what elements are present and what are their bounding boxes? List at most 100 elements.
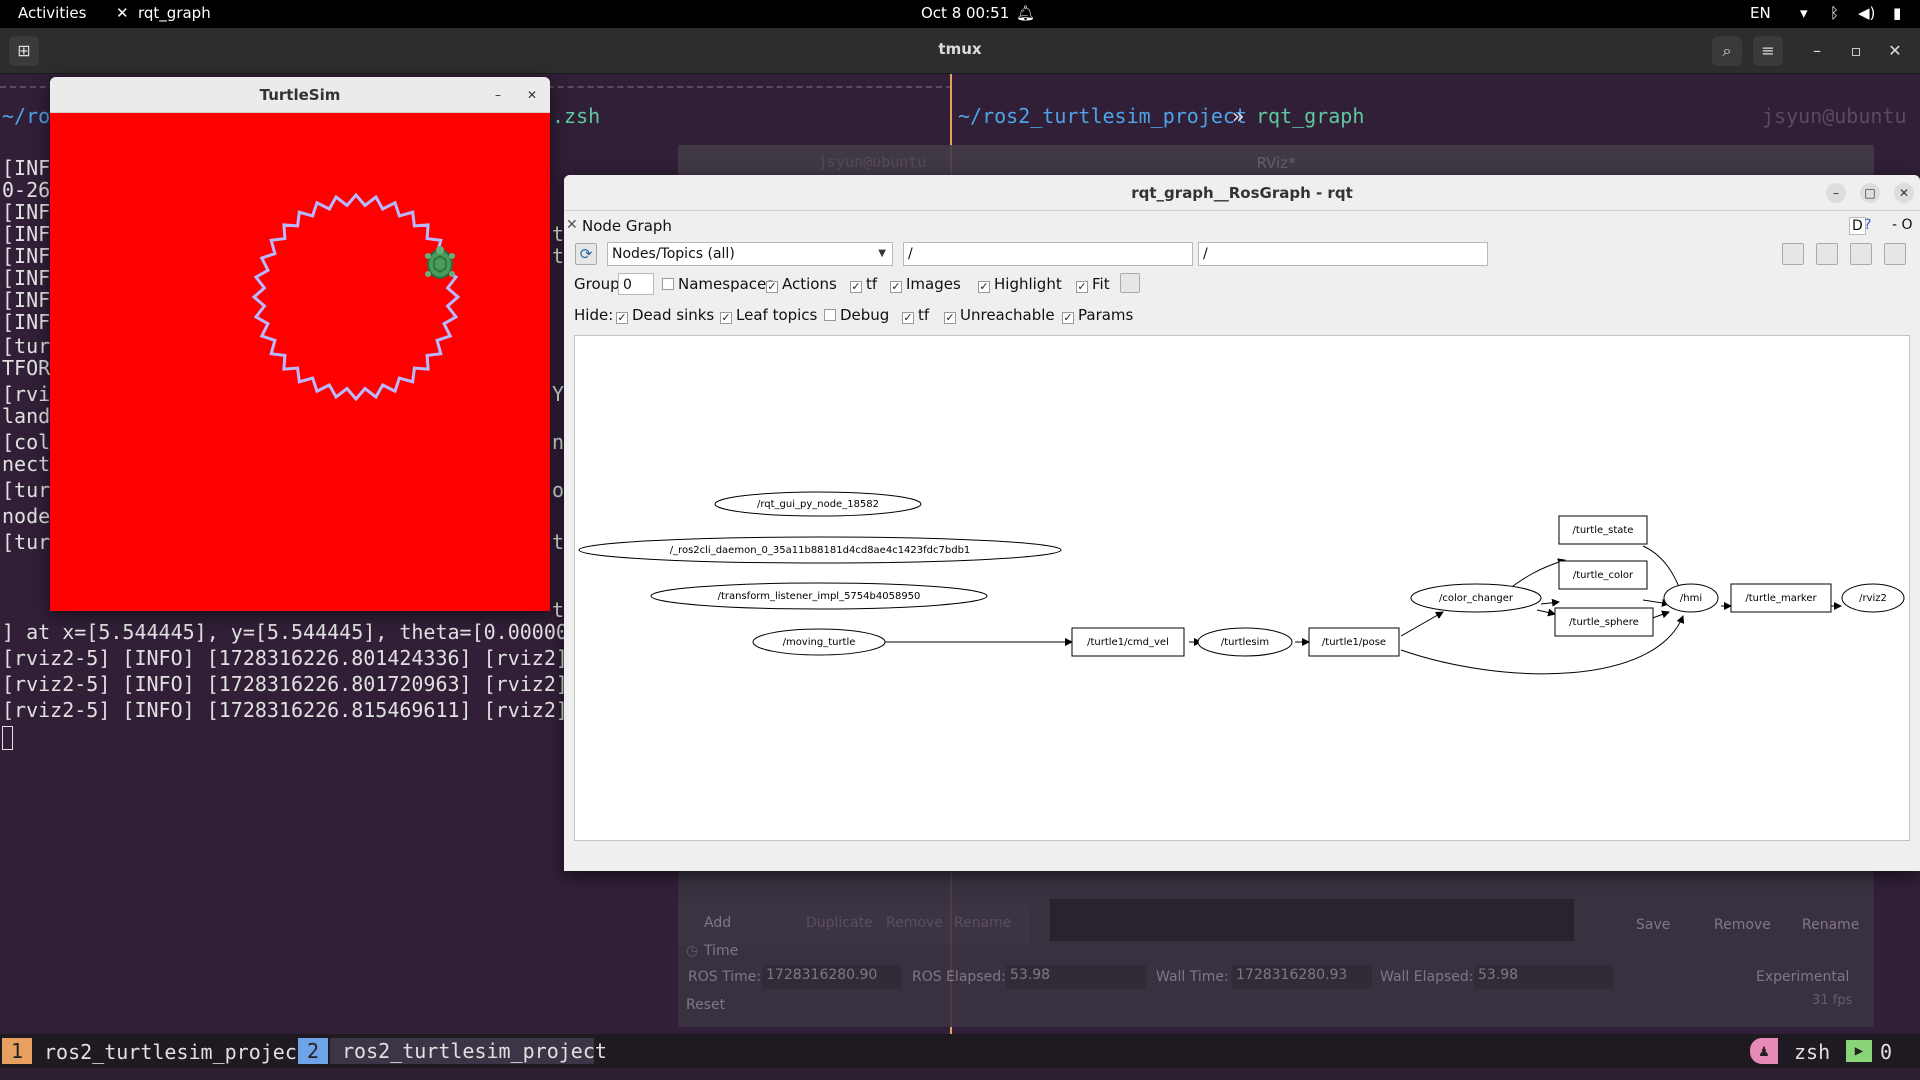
label-color-changer: /color_changer [1439, 593, 1514, 604]
ros-time-label: ROS Time: [688, 969, 762, 985]
label-moving-turtle: /moving_turtle [783, 637, 856, 648]
fit-in-view-icon[interactable] [1120, 273, 1140, 293]
rqt-title: rqt_graph__RosGraph - rqt [564, 175, 1920, 211]
hide-tf-checkbox[interactable]: ✓ tf [902, 306, 929, 324]
graph-canvas[interactable]: /rqt_gui_py_node_18582 /_ros2cli_daemon_… [574, 335, 1910, 841]
node-filter-input[interactable]: / [903, 242, 1193, 266]
leaf-topics-checkbox[interactable]: ✓ Leaf topics [720, 306, 817, 324]
rviz-add-button[interactable]: Add [704, 915, 731, 931]
topic-filter-input[interactable]: / [1198, 242, 1488, 266]
terminal-fragment: t [552, 530, 565, 554]
actions-checkbox[interactable]: ✓ Actions [766, 275, 837, 293]
terminal-title: tmux [938, 40, 982, 58]
language-indicator[interactable]: EN [1750, 4, 1771, 22]
save-image-icon[interactable] [1884, 243, 1906, 265]
save-dot-icon[interactable] [1816, 243, 1838, 265]
refresh-icon[interactable]: ⟳ [575, 243, 597, 265]
close-icon[interactable]: ✕ [522, 85, 542, 105]
window-1-index[interactable]: 1 [2, 1038, 32, 1064]
prompt-path: ~/ros2_turtlesim_project [958, 104, 1247, 128]
maximize-icon[interactable]: □ [1860, 183, 1880, 203]
window-2-name[interactable]: ros2_turtlesim_project [330, 1038, 607, 1064]
label-cmd-vel: /turtle1/cmd_vel [1087, 637, 1169, 648]
turtle-sprite [422, 246, 458, 282]
rviz-rename-view-button[interactable]: Rename [1802, 917, 1859, 933]
rviz-remove-view-button[interactable]: Remove [1714, 917, 1771, 933]
rviz-user: jsyun@ubuntu [818, 153, 927, 171]
search-icon[interactable]: ⌕ [1712, 36, 1742, 66]
rviz-duplicate-button[interactable]: Duplicate [806, 915, 873, 931]
label-pose: /turtle1/pose [1322, 637, 1386, 648]
rviz-rename-button[interactable]: Rename [954, 915, 1011, 931]
terminal-line: node [2, 504, 51, 528]
label-turtlesim: /turtlesim [1221, 637, 1269, 648]
terminal-line: [rviz2-5] [INFO] [1728316226.801424336] … [2, 646, 617, 670]
window-2-index[interactable]: 2 [298, 1038, 328, 1064]
minimize-icon[interactable]: – [488, 85, 508, 105]
images-checkbox[interactable]: ✓ Images [890, 275, 961, 293]
help-icon[interactable]: ? [1864, 217, 1871, 233]
highlight-checkbox[interactable]: ✓ Highlight [978, 275, 1062, 293]
activities-button[interactable]: Activities [18, 4, 86, 22]
tmux-status-bar: 1 ros2_turtlesim_project 2 ros2_turtlesi… [0, 1034, 1920, 1068]
graph-mode-select[interactable]: Nodes/Topics (all) ▼ [607, 242, 893, 266]
ros-elapsed-field[interactable]: 53.98 [1006, 965, 1146, 989]
plugin-icon: ✕ [566, 217, 578, 233]
rviz-remove-button[interactable]: Remove [886, 915, 943, 931]
wall-time-label: Wall Time: [1156, 969, 1229, 985]
bluetooth-icon[interactable]: ᛒ [1830, 4, 1839, 22]
pane-count: 0 [1880, 1040, 1893, 1064]
turtlesim-window[interactable]: TurtleSim – ✕ [50, 77, 550, 611]
plugin-close-options[interactable]: - O [1892, 217, 1913, 233]
terminal-fragment: n [552, 430, 565, 454]
maximize-icon[interactable]: ▫ [1841, 36, 1871, 66]
wall-time-field[interactable]: 1728316280.93 [1232, 965, 1372, 989]
save-svg-icon[interactable] [1850, 243, 1872, 265]
gnome-top-bar: Activities ✕ rqt_graph Oct 8 00:51 🔔︎ EN… [0, 0, 1920, 28]
terminal-headerbar: ⊞ tmux ⌕ ≡ – ▫ ✕ [0, 28, 1920, 74]
ros-graph: /rqt_gui_py_node_18582 /_ros2cli_daemon_… [578, 491, 1905, 675]
terminal-line: [rviz2-5] [INFO] [1728316226.815469611] … [2, 698, 617, 722]
turtlesim-canvas[interactable] [50, 113, 550, 611]
wall-elapsed-field[interactable]: 53.98 [1474, 965, 1614, 989]
shell-name: zsh [1794, 1040, 1831, 1064]
wifi-icon[interactable]: ▾ [1800, 4, 1808, 22]
debug-checkbox[interactable]: Debug [824, 306, 889, 324]
clock[interactable]: Oct 8 00:51 [921, 4, 1009, 22]
experimental-checkbox[interactable]: Experimental [1756, 969, 1849, 985]
minimize-icon[interactable]: – [1826, 183, 1846, 203]
rviz-save-button[interactable]: Save [1636, 917, 1670, 933]
window-1-name[interactable]: ros2_turtlesim_project [44, 1040, 309, 1064]
trail-anchor [355, 296, 357, 298]
battery-icon[interactable]: ▮ [1893, 4, 1901, 22]
turtle-trail [251, 192, 461, 402]
close-icon[interactable]: ✕ [1880, 36, 1910, 66]
prompt-separator: » [1232, 104, 1245, 128]
label-rviz2: /rviz2 [1859, 593, 1887, 604]
group-spinbox[interactable]: 0 [618, 273, 654, 295]
plugin-title: Node Graph [582, 217, 672, 235]
tf-checkbox[interactable]: ✓ tf [850, 275, 877, 293]
close-icon[interactable]: ✕ [1894, 183, 1914, 203]
ros-time-field[interactable]: 1728316280.90 [762, 965, 902, 989]
terminal-cursor [2, 726, 13, 750]
dead-sinks-checkbox[interactable]: ✓ Dead sinks [616, 306, 714, 324]
namespaces-checkbox[interactable]: Namespaces [662, 275, 774, 293]
volume-icon[interactable]: ◀) [1858, 4, 1875, 22]
hamburger-menu-icon[interactable]: ≡ [1753, 36, 1783, 66]
minimize-icon[interactable]: – [1802, 36, 1832, 66]
unreachable-checkbox[interactable]: ✓ Unreachable [944, 306, 1055, 324]
fit-checkbox[interactable]: ✓ Fit [1076, 275, 1110, 293]
rviz-reset-button[interactable]: Reset [686, 997, 725, 1013]
plugin-header: ✕ Node Graph D ? - O [564, 211, 1920, 241]
label-hmi: /hmi [1680, 593, 1702, 604]
load-dot-icon[interactable] [1782, 243, 1804, 265]
label-transform-listener: /transform_listener_impl_5754b4058950 [718, 591, 921, 602]
params-checkbox[interactable]: ✓ Params [1062, 306, 1133, 324]
edge-turtle-state-hmi [1642, 545, 1683, 593]
app-menu-label[interactable]: rqt_graph [138, 4, 211, 22]
rqt-graph-window[interactable]: rqt_graph__RosGraph - rqt – □ ✕ ✕ Node G… [564, 175, 1920, 871]
terminal-line: land [2, 404, 51, 428]
turtlesim-title: TurtleSim [50, 77, 550, 113]
app-menu-icon[interactable]: ✕ [116, 4, 129, 22]
